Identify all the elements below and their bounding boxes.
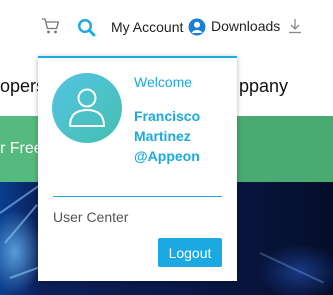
- user-silhouette-icon: [69, 88, 105, 127]
- downloads-label: Downloads: [211, 18, 281, 34]
- divider: [53, 196, 222, 197]
- user-center-link[interactable]: User Center: [53, 209, 128, 225]
- page-headline-fragment-right: ppany: [239, 76, 289, 96]
- welcome-text: Welcome: [134, 74, 193, 90]
- downloads-link[interactable]: Downloads: [211, 18, 302, 34]
- search-icon[interactable]: [77, 18, 96, 37]
- top-navigation: My Account Downloads: [0, 0, 333, 55]
- account-dropdown: Welcome Francisco Martinez @Appeon User …: [38, 56, 237, 281]
- my-account-link[interactable]: My Account: [111, 18, 206, 36]
- my-account-label: My Account: [111, 19, 184, 35]
- logout-button[interactable]: Logout: [158, 238, 222, 267]
- cart-icon[interactable]: [41, 17, 60, 35]
- avatar: [52, 73, 122, 143]
- user-name: Francisco Martinez @Appeon: [134, 108, 201, 164]
- user-circle-icon: [188, 18, 206, 36]
- download-icon: [288, 18, 302, 34]
